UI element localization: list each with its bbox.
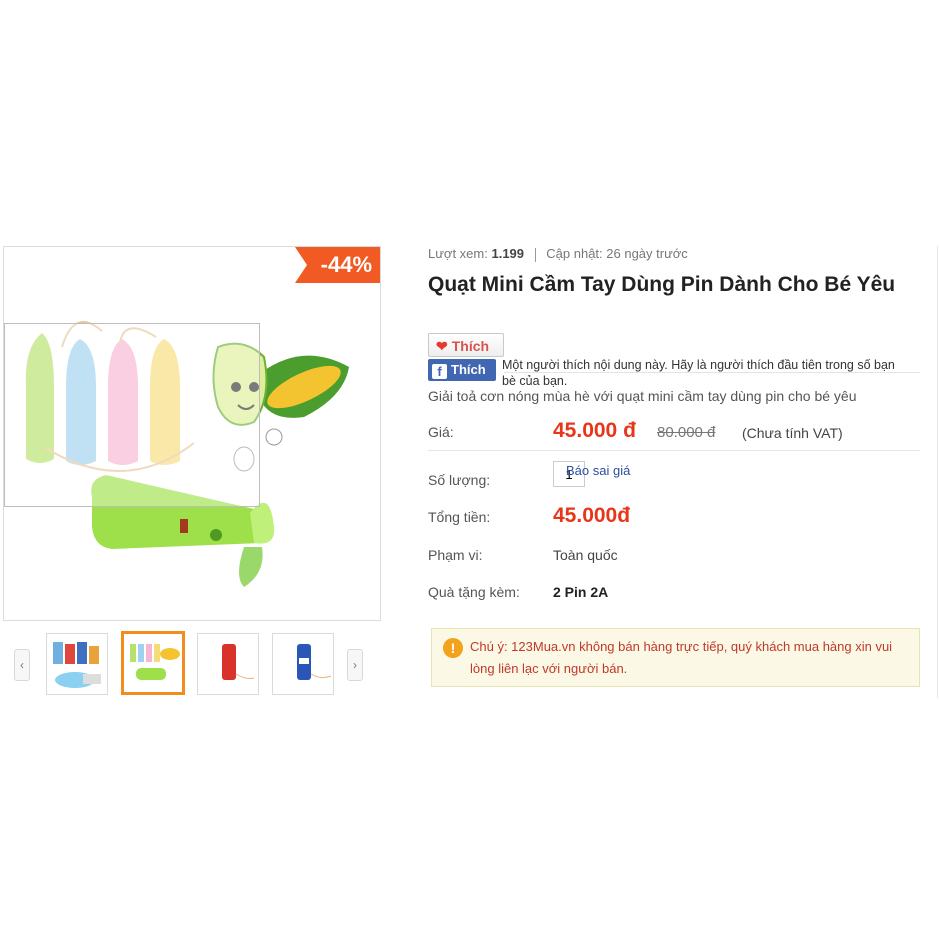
panel-divider — [937, 246, 938, 698]
product-title: Quạt Mini Cầm Tay Dùng Pin Dành Cho Bé Y… — [428, 273, 896, 296]
price-label: Giá: — [428, 424, 454, 440]
product-meta: Lượt xem: 1.199 Cập nhật: 26 ngày trước — [428, 246, 688, 262]
heart-icon: ❤ — [436, 338, 448, 354]
thumbnail-2[interactable] — [121, 631, 185, 695]
thumbnail-red-can-image — [222, 644, 255, 680]
discount-badge: -44% — [294, 247, 380, 283]
total-label: Tổng tiền: — [428, 509, 491, 525]
product-description: Giải toả cơn nóng mùa hè với quạt mini c… — [428, 388, 857, 404]
thumbnail-bottles-image — [53, 642, 101, 688]
views-value: 1.199 — [491, 246, 525, 261]
divider — [428, 450, 920, 451]
like-button-label: Thích — [451, 338, 490, 354]
scope-value: Toàn quốc — [553, 547, 618, 563]
total-price: 45.000đ — [553, 504, 631, 527]
meta-separator — [534, 247, 536, 262]
like-button[interactable]: ❤ Thích — [428, 333, 504, 357]
facebook-icon: f — [432, 364, 447, 379]
thumbnail-4[interactable] — [272, 633, 334, 695]
vat-note: (Chưa tính VAT) — [742, 425, 843, 441]
facebook-like-button[interactable]: f Thích — [428, 359, 496, 381]
views-label: Lượt xem: — [428, 246, 488, 261]
gift-label: Quà tặng kèm: — [428, 584, 520, 600]
thumbnail-1[interactable] — [46, 633, 108, 695]
gift-value: 2 Pin 2A — [553, 584, 609, 600]
next-arrow-icon[interactable]: › — [347, 649, 363, 681]
thumbnail-strip: ‹ › — [14, 631, 366, 697]
facebook-like-label: Thích — [451, 362, 486, 377]
thumbnail-corn-fans-image — [130, 644, 180, 680]
quantity-label: Số lượng: — [428, 472, 491, 488]
notice-text: Chú ý: 123Mua.vn không bán hàng trực tiế… — [470, 639, 893, 676]
scope-label: Phạm vi: — [428, 547, 483, 563]
info-icon: ! — [443, 638, 463, 658]
facebook-like-text: Một người thích nội dung này. Hãy là ngư… — [502, 358, 895, 388]
current-price: 45.000 đ — [553, 419, 636, 442]
updated-text: Cập nhật: 26 ngày trước — [546, 246, 688, 261]
original-price: 80.000 đ — [657, 424, 716, 441]
thumbnail-3[interactable] — [197, 633, 259, 695]
zoom-lens — [4, 323, 260, 507]
seller-notice: ! Chú ý: 123Mua.vn không bán hàng trực t… — [431, 628, 920, 687]
report-price-link[interactable]: Báo sai giá — [566, 463, 630, 478]
product-main-image[interactable]: -44% — [3, 246, 381, 621]
prev-arrow-icon[interactable]: ‹ — [14, 649, 30, 681]
thumbnail-blue-can-image — [297, 644, 332, 680]
